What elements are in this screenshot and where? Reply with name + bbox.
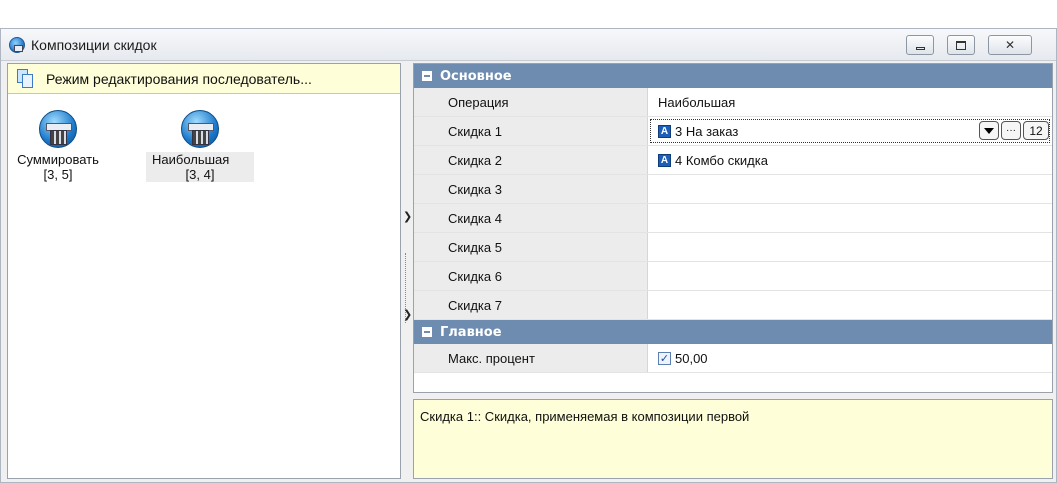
close-icon: ✕ (1004, 38, 1016, 52)
title-bar: Композиции скидок ✕ (1, 29, 1056, 61)
property-description: Скидка 1:: Скидка, применяемая в компози… (413, 399, 1053, 479)
node-largest-label: Наибольшая (146, 152, 254, 167)
splitter-arrow-icon[interactable]: ❯ (403, 308, 412, 321)
property-name: Скидка 3 (414, 175, 648, 203)
property-value-discount-3[interactable] (648, 175, 1052, 203)
checkbox-checked-icon[interactable]: ✓ (658, 351, 671, 365)
property-name: Макс. процент (414, 344, 648, 372)
edit-mode-label: Режим редактирования последователь... (46, 71, 312, 87)
app-icon (9, 37, 25, 53)
discount-2-value: 4 Комбо скидка (675, 152, 768, 168)
ellipsis-button[interactable]: ··· (1001, 121, 1021, 140)
node-largest[interactable]: Наибольшая [3, 4] (146, 110, 254, 182)
calculator-icon (39, 110, 77, 148)
minimize-icon (915, 46, 925, 50)
window-title: Композиции скидок (31, 37, 157, 53)
splitter-arrow-icon[interactable]: ❯ (403, 210, 412, 223)
discount-type-icon: А (658, 153, 671, 167)
id-button[interactable]: 12 (1023, 121, 1049, 140)
category-title: Главное (440, 324, 502, 340)
node-largest-sub: [3, 4] (146, 167, 254, 182)
property-value-discount-7[interactable] (648, 291, 1052, 319)
composition-canvas[interactable]: Режим редактирования последователь... Су… (7, 63, 401, 479)
property-value-discount-2[interactable]: А 4 Комбо скидка (648, 146, 1052, 174)
property-name: Скидка 2 (414, 146, 648, 174)
property-name: Скидка 7 (414, 291, 648, 319)
chevron-down-icon (984, 127, 994, 134)
collapse-icon[interactable] (422, 71, 432, 81)
property-value-max-percent[interactable]: ✓ 50,00 (648, 344, 1052, 372)
collapse-icon[interactable] (422, 327, 432, 337)
discount-type-icon: А (658, 124, 671, 138)
dropdown-button[interactable] (979, 121, 999, 140)
property-name: Скидка 4 (414, 204, 648, 232)
property-name: Скидка 1 (414, 117, 648, 145)
minimize-button[interactable] (906, 35, 934, 55)
property-row[interactable]: Скидка 1 А 3 На заказ ··· 12 (414, 117, 1052, 146)
property-name: Операция (414, 88, 648, 116)
property-row[interactable]: Скидка 5 (414, 233, 1052, 262)
property-row[interactable]: Скидка 4 (414, 204, 1052, 233)
property-row[interactable]: Скидка 6 (414, 262, 1052, 291)
node-sum[interactable]: Суммировать [3, 5] (4, 110, 112, 182)
max-percent-value: 50,00 (675, 350, 708, 366)
property-row[interactable]: Скидка 2 А 4 Комбо скидка (414, 146, 1052, 175)
category-title: Основное (440, 68, 512, 84)
property-grid: Основное Операция Наибольшая Скидка 1 А … (413, 63, 1053, 393)
close-button[interactable]: ✕ (988, 35, 1032, 55)
property-value-operation[interactable]: Наибольшая (648, 88, 1052, 116)
discount-compositions-window: Композиции скидок ✕ Режим редактирования… (0, 28, 1057, 483)
calculator-icon (181, 110, 219, 148)
property-value-discount-6[interactable] (648, 262, 1052, 290)
property-row[interactable]: Макс. процент ✓ 50,00 (414, 344, 1052, 373)
property-name: Скидка 6 (414, 262, 648, 290)
maximize-button[interactable] (947, 35, 975, 55)
node-sum-sub: [3, 5] (43, 167, 73, 182)
sequence-edit-icon (17, 69, 37, 89)
property-row[interactable]: Скидка 3 (414, 175, 1052, 204)
property-row[interactable]: Операция Наибольшая (414, 88, 1052, 117)
category-main[interactable]: Основное (414, 64, 1052, 88)
property-name: Скидка 5 (414, 233, 648, 261)
edit-mode-bar[interactable]: Режим редактирования последователь... (8, 64, 400, 94)
property-row[interactable]: Скидка 7 (414, 291, 1052, 320)
property-value-discount-1[interactable]: А 3 На заказ ··· 12 (648, 117, 1052, 145)
operation-value: Наибольшая (658, 94, 736, 110)
property-value-discount-4[interactable] (648, 204, 1052, 232)
property-value-discount-5[interactable] (648, 233, 1052, 261)
category-general[interactable]: Главное (414, 320, 1052, 344)
node-sum-label: Суммировать (17, 152, 99, 167)
maximize-icon (956, 40, 966, 50)
discount-1-value: 3 На заказ (675, 123, 739, 139)
